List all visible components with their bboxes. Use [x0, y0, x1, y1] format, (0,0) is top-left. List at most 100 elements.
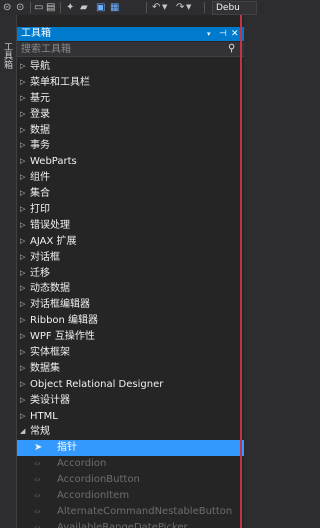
toolbox-panel: 工具箱 ▾ ⊣ ✕ ⚲ ▷ 导航 ▷ 菜单和工具栏 ▷ 基元 ▷ 登录 ▷ 数据 ▷ 事务 ▷ WebPa… [16, 15, 244, 528]
category-label: 集合 [30, 188, 50, 200]
category-row-expanded[interactable]: ◢ 常规 [17, 424, 244, 440]
control-icon: ‹› [34, 522, 41, 528]
category-label: 导航 [30, 61, 50, 72]
category-row[interactable]: ▷ 组件 [17, 170, 244, 186]
category-label: 常规 [30, 426, 50, 438]
category-row[interactable]: ▷ Object Relational Designer [17, 377, 244, 393]
circle-back-icon[interactable]: ⊝ [3, 2, 11, 13]
toolbox-item-label: AvailableRangeDatePicker [57, 521, 188, 528]
expand-arrow-icon[interactable]: ▷ [20, 107, 25, 123]
category-row[interactable]: ▷ 打印 [17, 202, 244, 218]
toolbar-separator [60, 2, 61, 13]
expand-arrow-icon[interactable]: ▷ [20, 234, 25, 250]
toolbox-side-tab[interactable]: 工具箱 [2, 35, 14, 75]
toolbox-item[interactable]: ➤ 指针 [17, 440, 244, 457]
category-row[interactable]: ▷ 菜单和工具栏 [17, 75, 244, 91]
search-input[interactable] [21, 42, 211, 56]
category-row[interactable]: ▷ 事务 [17, 138, 244, 154]
toolbox-title: 工具箱 [21, 28, 51, 39]
redo-icon[interactable]: ↷ [176, 2, 184, 13]
expand-arrow-icon[interactable]: ▷ [20, 91, 25, 107]
category-label: 打印 [30, 204, 50, 216]
expand-arrow-icon[interactable]: ▷ [20, 154, 25, 170]
expand-arrow-icon[interactable]: ▷ [20, 75, 25, 91]
category-row[interactable]: ▷ 基元 [17, 91, 244, 107]
undo-dropdown-icon[interactable]: ▼ [162, 2, 167, 13]
category-row[interactable]: ▷ 对话框编辑器 [17, 297, 244, 313]
category-row[interactable]: ▷ 对话框 [17, 250, 244, 266]
control-icon: ‹› [34, 491, 41, 501]
open-icon[interactable]: ▤ [46, 2, 55, 13]
category-label: 数据集 [30, 362, 60, 374]
close-icon[interactable]: ✕ [231, 28, 239, 40]
category-label: 类设计器 [30, 394, 70, 406]
expand-arrow-icon[interactable]: ▷ [20, 345, 25, 361]
toolbox-item[interactable]: ‹› AccordionButton [17, 472, 244, 488]
category-row[interactable]: ▷ 实体框架 [17, 345, 244, 361]
control-icon: ‹› [34, 506, 41, 516]
collapse-arrow-icon[interactable]: ◢ [20, 424, 25, 440]
expand-arrow-icon[interactable]: ▷ [20, 250, 25, 266]
category-label: WPF 互操作性 [30, 331, 95, 343]
expand-arrow-icon[interactable]: ▷ [20, 361, 25, 377]
category-row[interactable]: ▷ Ribbon 编辑器 [17, 313, 244, 329]
expand-arrow-icon[interactable]: ▷ [20, 59, 25, 75]
toolbox-item[interactable]: ‹› AvailableRangeDatePicker [17, 520, 244, 528]
category-row[interactable]: ▷ WPF 互操作性 [17, 329, 244, 345]
expand-arrow-icon[interactable]: ▷ [20, 329, 25, 345]
new-project-icon[interactable]: ▭ [34, 2, 43, 13]
category-row[interactable]: ▷ 类设计器 [17, 393, 244, 409]
undo-icon[interactable]: ↶ [152, 2, 160, 13]
category-row[interactable]: ▷ 登录 [17, 107, 244, 123]
expand-arrow-icon[interactable]: ▷ [20, 138, 25, 154]
category-row[interactable]: ▷ 动态数据 [17, 281, 244, 297]
folder-icon[interactable]: ▰ [80, 2, 88, 13]
expand-arrow-icon[interactable]: ▷ [20, 377, 25, 393]
pointer-icon: ➤ [34, 442, 43, 454]
expand-arrow-icon[interactable]: ▷ [20, 266, 25, 282]
expand-arrow-icon[interactable]: ▷ [20, 218, 25, 234]
window-position-icon[interactable]: ▾ [207, 28, 211, 40]
toolbox-item-label: AccordionButton [57, 474, 140, 486]
category-row[interactable]: ▷ WebParts [17, 154, 244, 170]
expand-arrow-icon[interactable]: ▷ [20, 297, 25, 313]
toolbox-item[interactable]: ‹› AccordionItem [17, 488, 244, 504]
expand-arrow-icon[interactable]: ▷ [20, 409, 25, 425]
control-icon: ‹› [34, 475, 41, 485]
search-icon[interactable]: ⚲ [228, 42, 235, 56]
control-icon: ‹› [34, 459, 41, 469]
pin-icon[interactable]: ⊣ [219, 28, 227, 40]
save-all-icon[interactable]: ▦ [110, 2, 119, 13]
search-box: ⚲ [17, 42, 244, 57]
expand-arrow-icon[interactable]: ▷ [20, 393, 25, 409]
redo-dropdown-icon[interactable]: ▼ [186, 2, 191, 13]
category-row[interactable]: ▷ 数据 [17, 123, 244, 139]
category-row[interactable]: ▷ AJAX 扩展 [17, 234, 244, 250]
expand-arrow-icon[interactable]: ▷ [20, 123, 25, 139]
toolbar-separator [204, 2, 205, 13]
category-label: 错误处理 [30, 219, 70, 231]
toolbox-item-label: AlternateCommandNestableButton [57, 505, 233, 517]
expand-arrow-icon[interactable]: ▷ [20, 313, 25, 329]
expand-arrow-icon[interactable]: ▷ [20, 186, 25, 202]
category-label: 实体框架 [30, 347, 70, 359]
category-row[interactable]: ▷ HTML [17, 409, 244, 425]
category-row[interactable]: ▷ 错误处理 [17, 218, 244, 234]
toolbar-separator [30, 2, 31, 13]
circle-forward-icon[interactable]: ⊙ [16, 2, 24, 13]
solution-config-dropdown[interactable]: Debu [212, 1, 257, 15]
category-row[interactable]: ▷ 导航 [17, 59, 244, 75]
category-row[interactable]: ▷ 数据集 [17, 361, 244, 377]
category-row[interactable]: ▷ 迁移 [17, 266, 244, 282]
save-icon[interactable]: ▣ [96, 2, 105, 13]
expand-arrow-icon[interactable]: ▷ [20, 281, 25, 297]
category-label: HTML [30, 410, 58, 422]
toolbox-item[interactable]: ‹› Accordion [17, 456, 244, 472]
category-label: 对话框 [30, 251, 60, 263]
expand-arrow-icon[interactable]: ▷ [20, 170, 25, 186]
toolbox-item[interactable]: ‹› AlternateCommandNestableButton [17, 504, 244, 520]
category-label: 迁移 [30, 267, 50, 279]
new-item-icon[interactable]: ✦ [66, 2, 74, 13]
expand-arrow-icon[interactable]: ▷ [20, 202, 25, 218]
category-row[interactable]: ▷ 集合 [17, 186, 244, 202]
